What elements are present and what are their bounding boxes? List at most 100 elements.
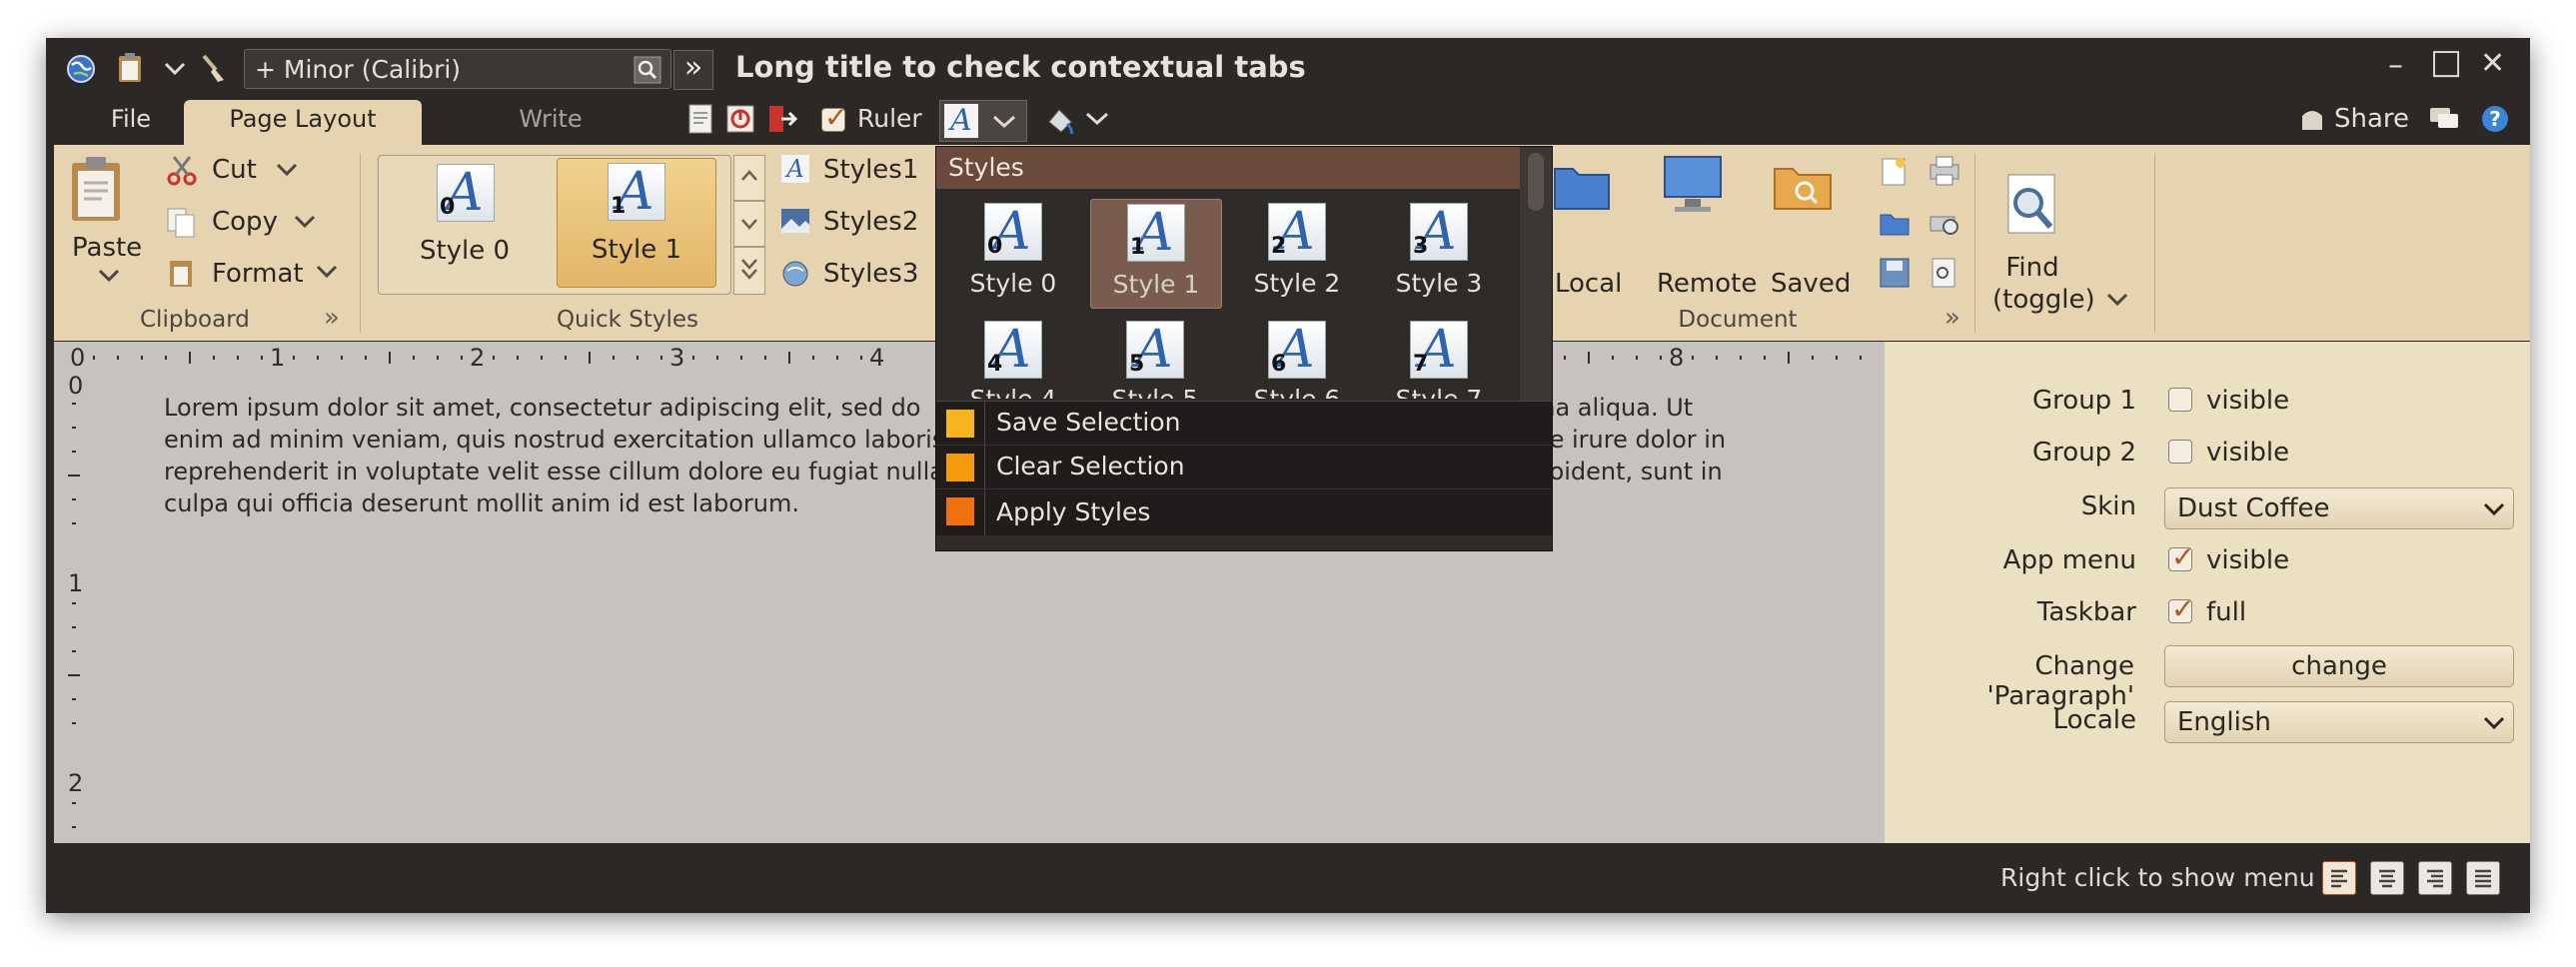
find-toggle-label[interactable]: (toggle)	[1992, 285, 2095, 315]
document-expand-icon[interactable]: »	[1944, 303, 1960, 333]
document-text-right[interactable]: gna aliqua. Ut ute irure dolor in proide…	[1525, 392, 1855, 487]
clear-selection-label: Clear Selection	[996, 452, 1185, 481]
view-web-layout-button[interactable]	[2418, 861, 2452, 895]
close-button[interactable]: ✕	[2480, 46, 2505, 81]
menu-save-selection[interactable]: Save Selection	[936, 401, 1552, 446]
styles-popup-header: Styles	[936, 147, 1520, 189]
chevron-down-icon[interactable]	[1085, 112, 1109, 126]
menu-clear-selection[interactable]: Clear Selection	[936, 445, 1552, 489]
styles2-button[interactable]: Styles2	[823, 207, 918, 237]
popup-style-6[interactable]: A6 Style 6	[1232, 320, 1362, 399]
format-button[interactable]: Format	[212, 259, 304, 289]
remote-button[interactable]: Remote	[1657, 269, 1757, 299]
popup-style-2[interactable]: A2 Style 2	[1232, 199, 1362, 309]
popup-style-5-label: Style 5	[1090, 385, 1220, 399]
ruler-checkbox[interactable]	[821, 101, 847, 134]
gallery-scroll-up[interactable]	[733, 155, 765, 201]
view-outline-button[interactable]	[2466, 861, 2500, 895]
find-label[interactable]: Find	[2002, 253, 2062, 283]
local-button[interactable]: Local	[1555, 269, 1622, 299]
brush-icon[interactable]	[198, 52, 226, 84]
popup-style-0[interactable]: A0 Style 0	[948, 199, 1078, 309]
preview-icon[interactable]	[1929, 257, 1958, 289]
taskbar-checkbox[interactable]	[2168, 592, 2194, 625]
popup-scrollbar[interactable]	[1520, 147, 1552, 415]
paste-button[interactable]: Paste	[72, 233, 142, 263]
clipboard-expand-icon[interactable]: »	[324, 303, 340, 333]
paint-icon[interactable]	[1045, 104, 1077, 136]
help-icon[interactable]: ?	[2480, 104, 2510, 134]
popup-scroll-thumb[interactable]	[1528, 153, 1544, 211]
vertical-ruler: 0 1 2	[54, 372, 94, 843]
printer-icon[interactable]	[1929, 155, 1960, 187]
change-button[interactable]: change	[2164, 645, 2514, 687]
font-family-combo[interactable]: + Minor (Calibri)	[244, 49, 671, 89]
view-full-screen-button[interactable]	[2370, 861, 2404, 895]
clipboard-icon[interactable]	[116, 52, 144, 84]
minimize-button[interactable]: –	[2388, 48, 2403, 83]
folder-search-icon[interactable]	[1773, 155, 1833, 213]
save-icon[interactable]	[1879, 257, 1911, 289]
share-icon[interactable]	[2298, 106, 2326, 132]
exit-icon[interactable]	[765, 104, 797, 134]
search-small-icon[interactable]	[634, 56, 661, 84]
tab-write[interactable]: Write	[436, 100, 665, 140]
popup-style-7[interactable]: A7 Style 7	[1374, 320, 1504, 399]
app-globe-icon[interactable]	[66, 54, 96, 84]
share-button[interactable]: Share	[2334, 104, 2409, 134]
skin-select[interactable]: Dust Coffee	[2164, 487, 2514, 529]
overflow-button[interactable]: »	[673, 50, 713, 90]
open-folder-icon[interactable]	[1879, 207, 1911, 237]
skin-label: Skin	[2080, 491, 2136, 521]
menu-apply-styles[interactable]: Apply Styles	[936, 488, 1552, 535]
chevron-down-icon[interactable]	[294, 215, 316, 229]
gallery-scroll-down[interactable]	[733, 201, 765, 247]
copy-button[interactable]: Copy	[212, 207, 278, 237]
monitor-remote-icon[interactable]	[1661, 153, 1725, 215]
style-picker-button[interactable]: A	[939, 100, 1027, 142]
maximize-button[interactable]: □	[2430, 42, 2462, 82]
find-icon[interactable]	[2000, 173, 2062, 237]
print-icon[interactable]	[725, 104, 755, 134]
locale-select[interactable]: English	[2164, 701, 2514, 743]
folder-local-icon[interactable]	[1553, 155, 1611, 213]
popup-style-1[interactable]: A1 Style 1	[1090, 199, 1222, 309]
chevron-down-icon[interactable]	[316, 265, 338, 279]
popup-style-4[interactable]: A4 Style 4	[948, 320, 1078, 399]
tab-file[interactable]: File	[86, 100, 176, 140]
page-icon[interactable]	[687, 104, 713, 134]
group1-checkbox[interactable]	[2168, 388, 2192, 412]
chevron-down-icon[interactable]	[276, 163, 298, 177]
chat-icon[interactable]	[2428, 104, 2460, 134]
band-separator	[360, 153, 361, 333]
app-window: + Minor (Calibri) » Long title to check …	[46, 38, 2530, 913]
paste-icon[interactable]	[68, 155, 124, 223]
view-print-layout-button[interactable]	[2322, 861, 2356, 895]
styles3-button[interactable]: Styles3	[823, 259, 918, 289]
popup-style-2-icon: A2	[1268, 202, 1326, 262]
app-menu-value: visible	[2206, 545, 2290, 575]
ruler-v-2: 2	[68, 769, 84, 797]
cut-button[interactable]: Cut	[212, 155, 257, 185]
print-preview-icon[interactable]	[1929, 207, 1960, 239]
chevron-down-icon[interactable]	[2106, 293, 2128, 307]
tab-page-layout[interactable]: Page Layout	[184, 100, 422, 146]
popup-style-3[interactable]: A3 Style 3	[1374, 199, 1504, 309]
quick-style-0[interactable]: A0 Style 0	[385, 160, 545, 288]
chevron-down-icon[interactable]	[98, 269, 120, 283]
chevron-down-icon[interactable]	[164, 62, 186, 76]
document-text[interactable]: Lorem ipsum dolor sit amet, consectetur …	[164, 392, 983, 519]
app-menu-checkbox[interactable]	[2168, 540, 2194, 573]
gallery-expand[interactable]	[733, 247, 765, 295]
ruler-h-3: 3	[669, 344, 685, 372]
quick-style-1[interactable]: A1 Style 1	[557, 158, 716, 288]
align-right-icon	[2427, 869, 2443, 888]
group2-value: visible	[2206, 438, 2290, 468]
popup-style-2-label: Style 2	[1253, 269, 1341, 298]
popup-style-5[interactable]: A5 Style 5	[1090, 320, 1220, 399]
styles1-button[interactable]: Styles1	[823, 155, 918, 185]
menu-divider	[984, 489, 985, 535]
saved-button[interactable]: Saved	[1771, 269, 1851, 299]
group2-checkbox[interactable]	[2168, 440, 2192, 464]
new-doc-icon[interactable]	[1879, 157, 1909, 187]
